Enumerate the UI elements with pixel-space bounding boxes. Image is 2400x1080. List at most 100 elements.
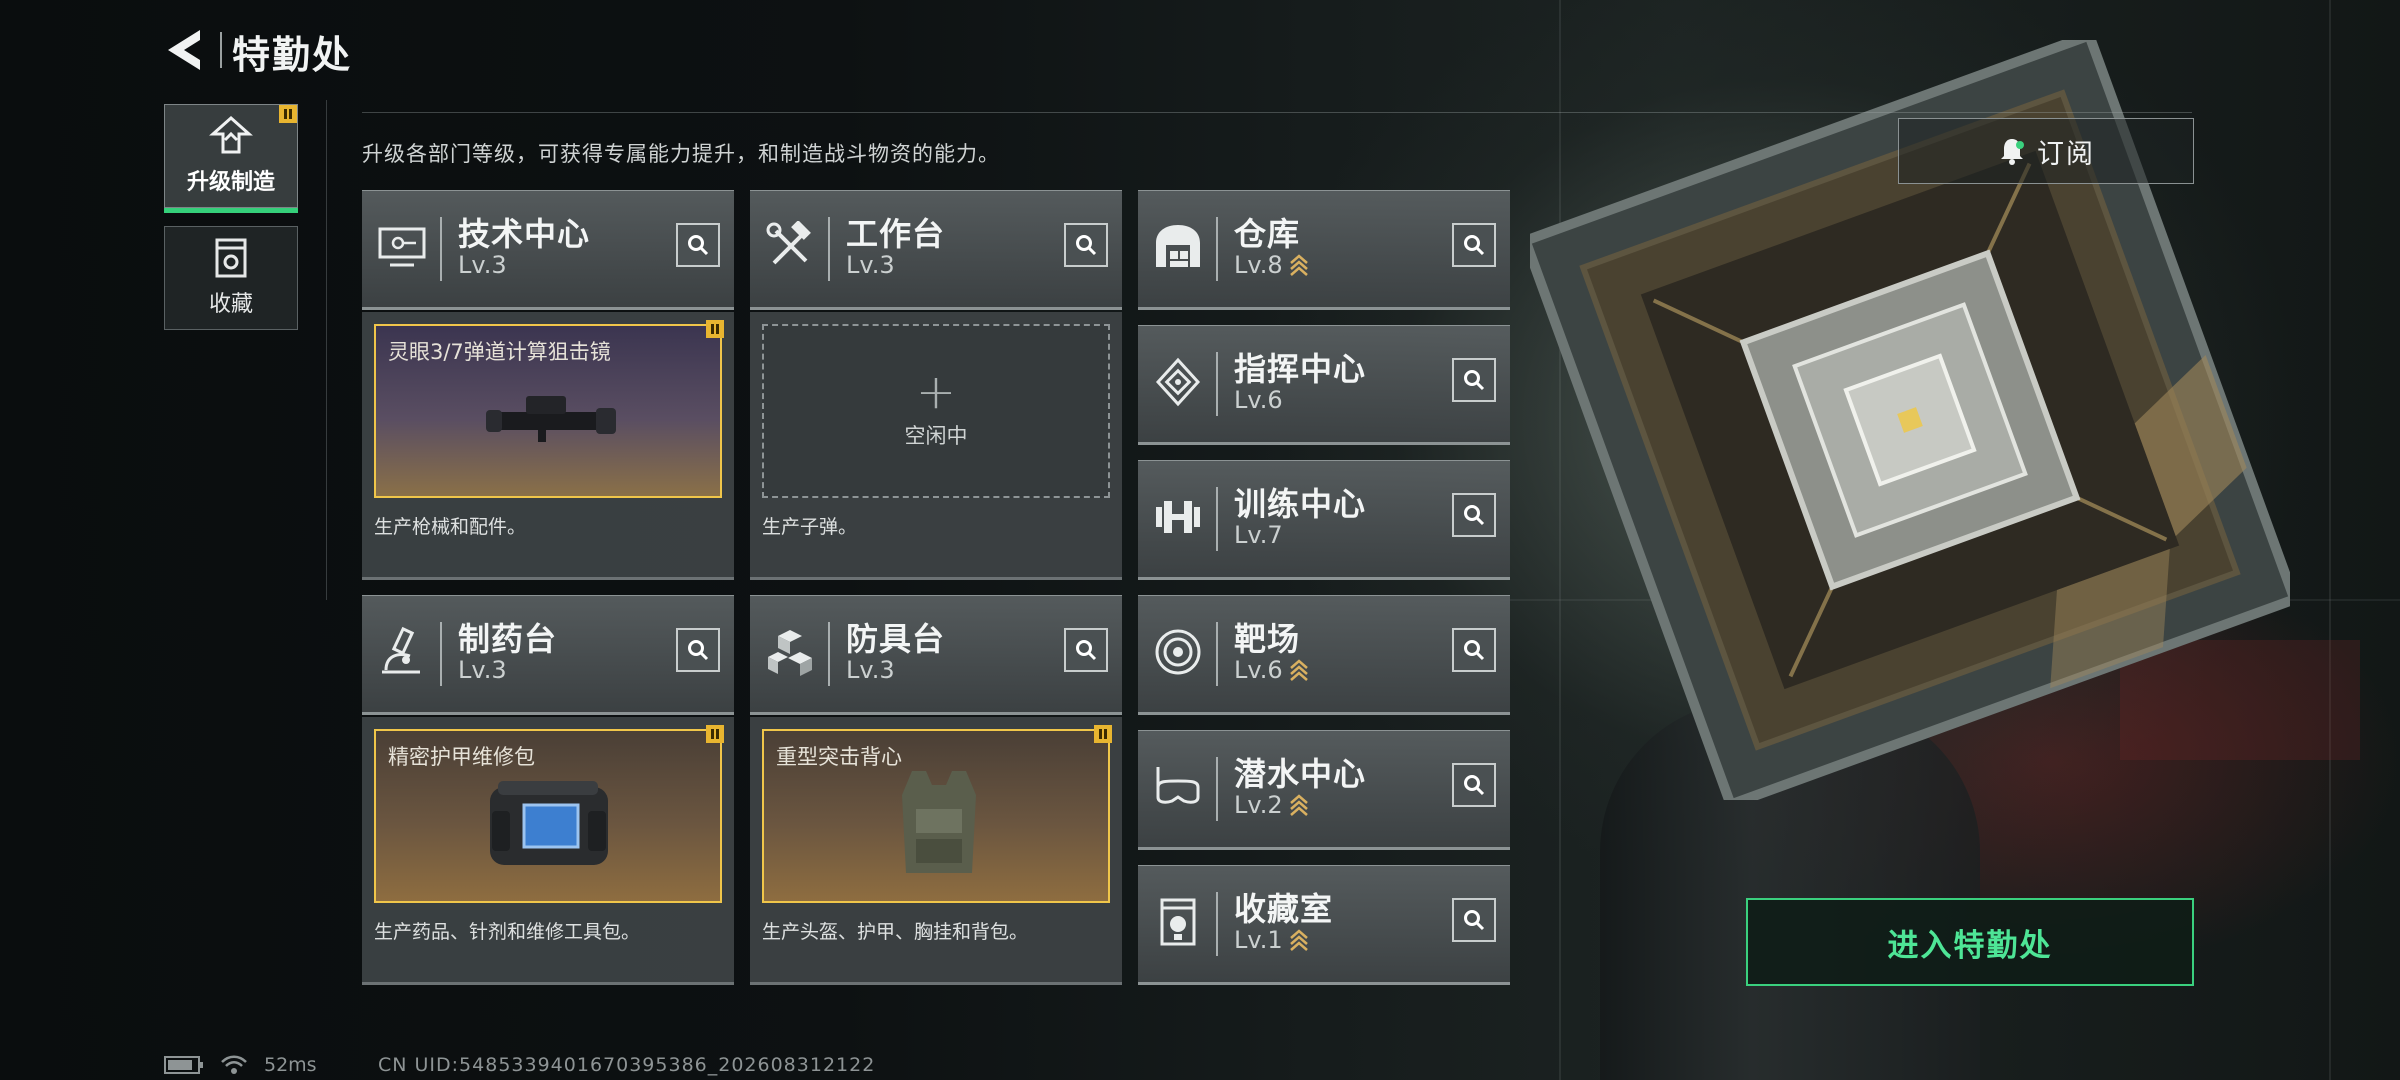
dept-name: 靶场 <box>1234 620 1301 658</box>
search-icon <box>688 235 709 256</box>
item-name: 灵眼3/7弹道计算狙击镜 <box>388 340 611 364</box>
back-icon <box>168 30 200 70</box>
dept-card-diving-center[interactable]: 潜水中心 Lv.2 <box>1138 730 1510 850</box>
dept-level-text: Lv.3 <box>846 251 895 279</box>
search-button[interactable] <box>1452 898 1496 942</box>
search-icon <box>1076 235 1097 256</box>
idle-label: 空闲中 <box>904 424 968 448</box>
dept-level: Lv.3 <box>458 251 507 279</box>
wifi-icon <box>221 1055 247 1074</box>
ping-value: 52ms <box>264 1054 317 1076</box>
dept-card-command-center[interactable]: 指挥中心 Lv.6 <box>1138 325 1510 445</box>
repair-kit-item-image <box>490 781 608 865</box>
divider <box>362 112 2192 113</box>
dept-level-text: Lv.1 <box>1234 926 1283 954</box>
production-slot[interactable]: 精密护甲维修包 <box>374 729 722 903</box>
notification-badge <box>706 725 724 743</box>
dept-level-text: Lv.3 <box>458 251 507 279</box>
dept-level: Lv.8 <box>1234 251 1309 279</box>
dept-level-text: Lv.2 <box>1234 791 1283 819</box>
dept-card-warehouse[interactable]: 仓库 Lv.8 <box>1138 190 1510 310</box>
search-icon <box>688 640 709 661</box>
card-divider <box>1216 757 1218 821</box>
search-button[interactable] <box>1064 628 1108 672</box>
upgrade-chevron-icon <box>1289 929 1308 951</box>
side-tab-label: 升级制造 <box>186 170 275 195</box>
dept-card-armor-bench[interactable]: 防具台 Lv.3 <box>750 595 1122 715</box>
upgrade-chevron-icon <box>1289 659 1308 681</box>
dept-level-text: Lv.7 <box>1234 521 1283 549</box>
search-button[interactable] <box>1452 628 1496 672</box>
dept-name: 收藏室 <box>1234 890 1334 928</box>
dumbbell-icon <box>1156 501 1200 533</box>
dept-name: 工作台 <box>846 215 946 253</box>
cubes-icon <box>768 630 812 676</box>
dept-card-shooting-range[interactable]: 靶场 Lv.6 <box>1138 595 1510 715</box>
search-button[interactable] <box>1452 493 1496 537</box>
microscope-icon <box>382 626 420 674</box>
dept-level-text: Lv.6 <box>1234 656 1283 684</box>
dept-level: Lv.1 <box>1234 926 1309 954</box>
dept-card-collection-room[interactable]: 收藏室 Lv.1 <box>1138 865 1510 985</box>
subscribe-button[interactable]: 订阅 <box>1898 118 2194 184</box>
battery-icon <box>164 1056 203 1074</box>
notification-badge <box>279 105 297 123</box>
panel-caption: 生产子弹。 <box>762 516 858 538</box>
page-title: 特勤处 <box>232 33 353 77</box>
card-divider <box>1216 487 1218 551</box>
divider-vertical <box>326 100 327 600</box>
title-divider <box>220 32 222 68</box>
card-divider <box>1216 892 1218 956</box>
production-slot[interactable]: 重型突击背心 <box>762 729 1110 903</box>
dept-card-tech-center[interactable]: 技术中心 Lv.3 <box>362 190 734 310</box>
dept-card-training-center[interactable]: 训练中心 Lv.7 <box>1138 460 1510 580</box>
dept-name: 仓库 <box>1234 215 1301 253</box>
user-uid: CN UID:5485339401670395386_202608312122 <box>378 1054 876 1076</box>
enter-special-ops-button[interactable]: 进入特勤处 <box>1746 898 2194 986</box>
panel-caption: 生产头盔、护甲、胸挂和背包。 <box>762 921 1029 943</box>
dept-level: Lv.3 <box>846 251 895 279</box>
search-button[interactable] <box>1452 358 1496 402</box>
side-tab-collection[interactable]: 收藏 <box>164 226 298 330</box>
back-button[interactable] <box>160 26 208 74</box>
production-panel-armor: 重型突击背心 生产头盔、护甲、胸挂和背包。 <box>750 717 1122 985</box>
dept-level: Lv.3 <box>846 656 895 684</box>
item-name: 精密护甲维修包 <box>388 745 535 769</box>
dept-card-pharmacy[interactable]: 制药台 Lv.3 <box>362 595 734 715</box>
search-icon <box>1464 640 1485 661</box>
card-divider <box>828 217 830 281</box>
upgrade-chevron-icon <box>1289 254 1308 276</box>
enter-label: 进入特勤处 <box>1887 927 2053 964</box>
production-slot[interactable]: 灵眼3/7弹道计算狙击镜 <box>374 324 722 498</box>
search-button[interactable] <box>1452 223 1496 267</box>
search-icon <box>1464 910 1485 931</box>
warehouse-icon <box>1156 225 1200 267</box>
trophy-cabinet-icon <box>1160 898 1196 946</box>
search-icon <box>1464 505 1485 526</box>
chip-icon <box>1155 357 1201 407</box>
panel-caption: 生产枪械和配件。 <box>374 516 527 538</box>
dept-name: 指挥中心 <box>1234 350 1367 388</box>
search-button[interactable] <box>1452 763 1496 807</box>
side-tab-upgrade-craft[interactable]: 升级制造 <box>164 104 298 213</box>
dept-level: Lv.2 <box>1234 791 1309 819</box>
search-button[interactable] <box>676 223 720 267</box>
card-divider <box>1216 622 1218 686</box>
dept-level-text: Lv.6 <box>1234 386 1283 414</box>
dept-card-workbench[interactable]: 工作台 Lv.3 <box>750 190 1122 310</box>
dept-name: 潜水中心 <box>1234 755 1367 793</box>
notification-badge <box>1094 725 1112 743</box>
card-divider <box>828 622 830 686</box>
upgrade-chevron-icon <box>1289 794 1308 816</box>
dept-level-text: Lv.3 <box>458 656 507 684</box>
dept-level: Lv.7 <box>1234 521 1283 549</box>
search-button[interactable] <box>676 628 720 672</box>
search-button[interactable] <box>1064 223 1108 267</box>
card-divider <box>1216 217 1218 281</box>
production-panel-pharmacy: 精密护甲维修包 生产药品、针剂和维修工具包。 <box>362 717 734 985</box>
hammer-wrench-icon <box>766 221 811 265</box>
card-divider <box>1216 352 1218 416</box>
search-icon <box>1464 235 1485 256</box>
production-slot-empty[interactable]: + 空闲中 <box>762 324 1110 498</box>
search-icon <box>1076 640 1097 661</box>
